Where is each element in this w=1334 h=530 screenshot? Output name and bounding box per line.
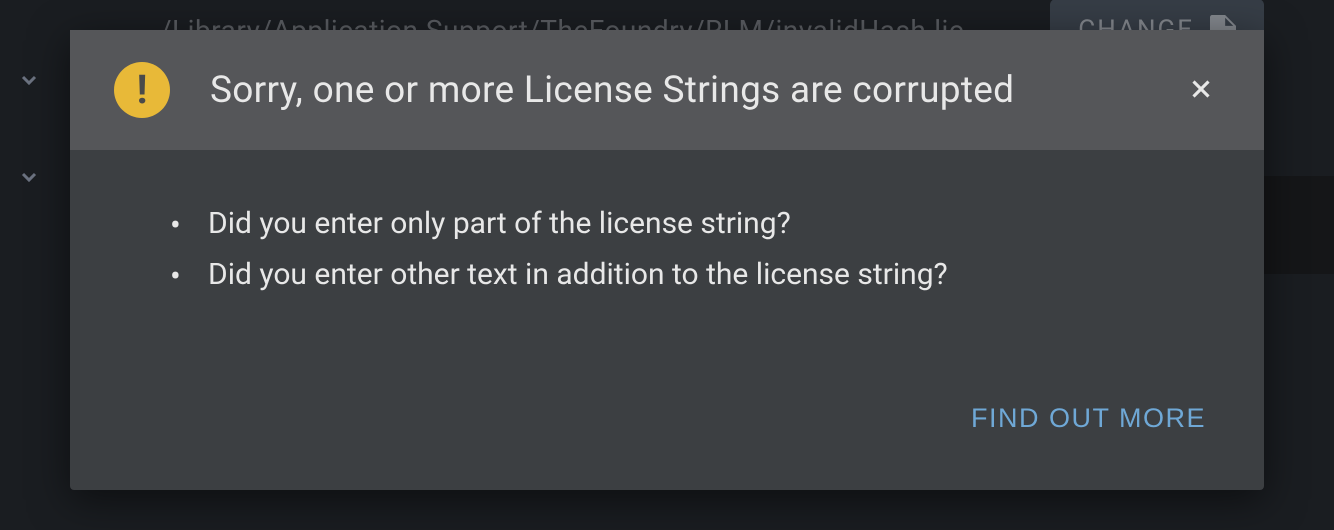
bg-strip [1264,176,1334,274]
close-icon [1186,74,1216,107]
dialog-list: Did you enter only part of the license s… [170,198,1204,300]
warning-icon: ! [114,62,170,118]
dialog-title: Sorry, one or more License Strings are c… [210,69,1142,112]
list-item: Did you enter other text in addition to … [170,249,1204,300]
chevron-down-icon[interactable] [17,165,41,193]
dialog-footer: FIND OUT MORE [70,395,1264,490]
find-out-more-button[interactable]: FIND OUT MORE [971,395,1206,442]
close-button[interactable] [1182,70,1220,111]
dialog-header: ! Sorry, one or more License Strings are… [70,30,1264,150]
dialog-body: Did you enter only part of the license s… [70,150,1264,395]
chevron-down-icon[interactable] [17,68,41,96]
exclamation-icon: ! [137,70,148,110]
error-dialog: ! Sorry, one or more License Strings are… [70,30,1264,490]
list-item: Did you enter only part of the license s… [170,198,1204,249]
